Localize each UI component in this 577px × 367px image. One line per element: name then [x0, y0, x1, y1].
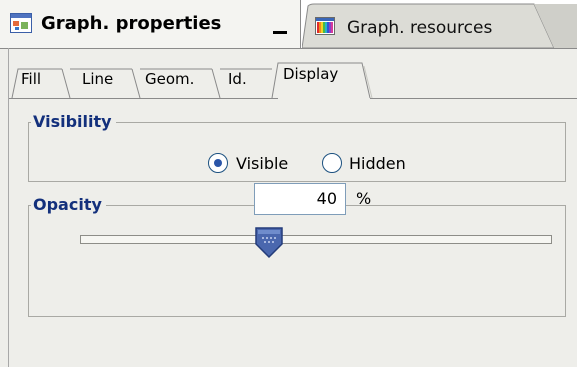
- radio-selected-dot: [214, 159, 222, 167]
- visible-label[interactable]: Visible: [236, 154, 288, 173]
- graph-properties-icon: [10, 13, 32, 33]
- visibility-group: Visibility: [28, 112, 566, 182]
- hidden-label[interactable]: Hidden: [349, 154, 406, 173]
- panel-left-border: [8, 48, 9, 367]
- tab-title: Graph. resources: [347, 18, 493, 38]
- minimize-icon: [273, 31, 287, 34]
- graph-resources-icon: [315, 17, 335, 35]
- visible-radio[interactable]: [208, 153, 228, 173]
- opacity-slider-track[interactable]: [80, 235, 552, 244]
- opacity-input[interactable]: 40: [254, 183, 346, 215]
- tab-fill[interactable]: Fill: [21, 70, 41, 88]
- hidden-radio[interactable]: [322, 153, 342, 173]
- tab-graph-resources[interactable]: Graph. resources: [302, 0, 577, 48]
- tab-title: Graph. properties: [41, 13, 222, 34]
- minimize-button[interactable]: [270, 10, 292, 36]
- tab-graph-properties[interactable]: Graph. properties: [0, 0, 301, 48]
- opacity-unit: %: [356, 189, 372, 208]
- visibility-title: Visibility: [31, 112, 116, 131]
- tab-geom[interactable]: Geom.: [145, 70, 194, 88]
- tab-line[interactable]: Line: [82, 70, 113, 88]
- subtab-strip: Fill Line Geom. Id. Display: [0, 49, 577, 99]
- opacity-group: Opacity: [28, 195, 566, 317]
- tab-display[interactable]: Display: [283, 65, 338, 83]
- tab-id[interactable]: Id.: [228, 70, 247, 88]
- opacity-title: Opacity: [31, 195, 106, 214]
- opacity-slider-thumb[interactable]: [254, 226, 284, 259]
